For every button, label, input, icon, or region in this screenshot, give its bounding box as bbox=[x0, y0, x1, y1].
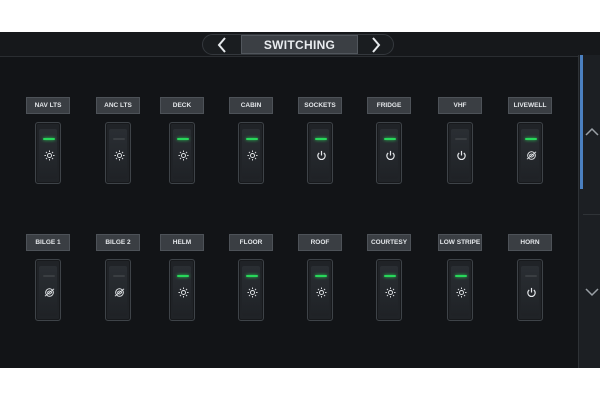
switch-cabin[interactable] bbox=[238, 122, 264, 184]
switch-anc-lts[interactable] bbox=[105, 122, 131, 184]
switch-status-led bbox=[43, 138, 55, 140]
switch-status-led bbox=[246, 275, 258, 277]
switch-label-roof[interactable]: ROOF bbox=[298, 234, 342, 251]
switch-status-led bbox=[113, 138, 125, 140]
switch-status-led bbox=[315, 275, 327, 277]
switch-deck[interactable] bbox=[169, 122, 195, 184]
switch-sockets[interactable] bbox=[307, 122, 333, 184]
switch-label-vhf[interactable]: VHF bbox=[438, 97, 482, 114]
light-icon bbox=[177, 286, 189, 298]
light-icon bbox=[246, 286, 258, 298]
switch-low-stripe[interactable] bbox=[447, 259, 473, 321]
power-icon bbox=[384, 149, 396, 161]
switch-status-led bbox=[315, 138, 327, 140]
light-icon bbox=[315, 286, 327, 298]
switch-livewell[interactable] bbox=[517, 122, 543, 184]
switch-label-bilge-1[interactable]: BILGE 1 bbox=[26, 234, 70, 251]
switch-label-deck[interactable]: DECK bbox=[160, 97, 204, 114]
light-icon bbox=[455, 286, 467, 298]
switching-screen: SWITCHING NAV LTS ANC LTS DECK CABIN SOCKETS… bbox=[0, 32, 600, 368]
pump-icon bbox=[43, 286, 55, 298]
switch-label-helm[interactable]: HELM bbox=[160, 234, 204, 251]
switch-label-bilge-2[interactable]: BILGE 2 bbox=[96, 234, 140, 251]
pump-icon bbox=[525, 149, 537, 161]
switch-grid: NAV LTS ANC LTS DECK CABIN SOCKETS FRIDGE VHF L… bbox=[0, 32, 578, 368]
light-icon bbox=[43, 149, 55, 161]
switch-label-nav-lts[interactable]: NAV LTS bbox=[26, 97, 70, 114]
switch-status-led bbox=[455, 275, 467, 277]
switch-status-led bbox=[177, 138, 189, 140]
switch-bilge-2[interactable] bbox=[105, 259, 131, 321]
scroll-divider bbox=[583, 214, 600, 215]
chevron-down-icon bbox=[584, 288, 599, 297]
switch-helm[interactable] bbox=[169, 259, 195, 321]
switch-label-fridge[interactable]: FRIDGE bbox=[367, 97, 411, 114]
switch-floor[interactable] bbox=[238, 259, 264, 321]
light-icon bbox=[384, 286, 396, 298]
switch-horn[interactable] bbox=[517, 259, 543, 321]
switch-label-sockets[interactable]: SOCKETS bbox=[298, 97, 342, 114]
switch-vhf[interactable] bbox=[447, 122, 473, 184]
switch-fridge[interactable] bbox=[376, 122, 402, 184]
power-icon bbox=[525, 286, 537, 298]
switch-label-courtesy[interactable]: COURTESY bbox=[367, 234, 411, 251]
pump-icon bbox=[113, 286, 125, 298]
switch-label-cabin[interactable]: CABIN bbox=[229, 97, 273, 114]
switch-status-led bbox=[384, 138, 396, 140]
switch-status-led bbox=[177, 275, 189, 277]
switch-status-led bbox=[525, 275, 537, 277]
light-icon bbox=[177, 149, 189, 161]
switch-label-floor[interactable]: FLOOR bbox=[229, 234, 273, 251]
switch-status-led bbox=[455, 138, 467, 140]
chevron-up-icon bbox=[584, 127, 599, 136]
power-icon bbox=[455, 149, 467, 161]
switch-courtesy[interactable] bbox=[376, 259, 402, 321]
switch-label-horn[interactable]: HORN bbox=[508, 234, 552, 251]
light-icon bbox=[246, 149, 258, 161]
scroll-down-button[interactable] bbox=[583, 282, 600, 302]
light-icon bbox=[113, 149, 125, 161]
switch-label-anc-lts[interactable]: ANC LTS bbox=[96, 97, 140, 114]
switch-status-led bbox=[525, 138, 537, 140]
switch-label-livewell[interactable]: LIVEWELL bbox=[508, 97, 552, 114]
switch-status-led bbox=[43, 275, 55, 277]
switch-bilge-1[interactable] bbox=[35, 259, 61, 321]
switch-status-led bbox=[113, 275, 125, 277]
switch-status-led bbox=[246, 138, 258, 140]
switch-label-low-stripe[interactable]: LOW STRIPE bbox=[438, 234, 482, 251]
scroll-up-button[interactable] bbox=[583, 122, 600, 142]
switch-nav-lts[interactable] bbox=[35, 122, 61, 184]
switch-status-led bbox=[384, 275, 396, 277]
power-icon bbox=[315, 149, 327, 161]
switch-roof[interactable] bbox=[307, 259, 333, 321]
